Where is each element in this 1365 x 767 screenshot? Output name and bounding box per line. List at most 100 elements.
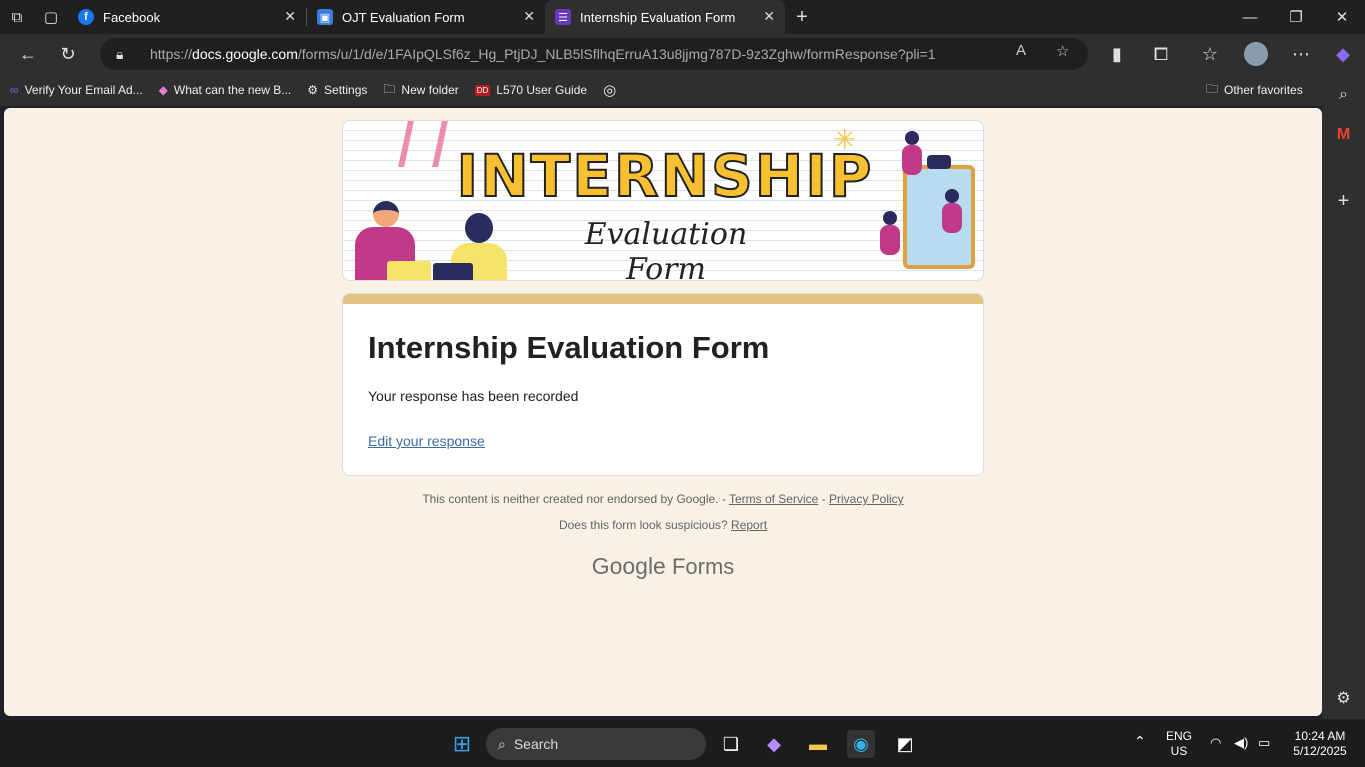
bookmarks-bar: ∞ Verify Your Email Ad... ◆ What can the… (0, 74, 1322, 106)
bookmark-label: Verify Your Email Ad... (24, 83, 143, 97)
workspaces-icon[interactable]: ⧉ (0, 0, 34, 34)
browser-toolbar: ← ↻ 🔒︎ https:// docs.google.com /forms/u… (0, 34, 1365, 74)
terms-of-service-link[interactable]: Terms of Service (729, 492, 818, 506)
task-view-icon[interactable]: ❏ (717, 730, 745, 758)
tab-internship-evaluation[interactable]: ☰ Internship Evaluation Form ✕ (545, 0, 785, 34)
illustration-person-top (899, 131, 925, 181)
disclaimer: This content is neither created nor endo… (342, 492, 984, 506)
close-tab-icon[interactable]: ✕ (284, 8, 296, 25)
other-favorites[interactable]: 🗀 Other favorites (1206, 80, 1303, 101)
folder-icon: 🗀 (1206, 81, 1219, 96)
tab-label: Internship Evaluation Form (580, 9, 736, 25)
response-recorded-message: Your response has been recorded (368, 388, 579, 404)
decoration-stroke (398, 121, 448, 167)
edit-response-link[interactable]: Edit your response (368, 433, 485, 449)
copilot-icon[interactable]: ◆ (1323, 34, 1363, 74)
form-header-banner: ✳ INTERNSHIP Evaluation Form (342, 120, 984, 281)
clock[interactable]: 10:24 AM 5/12/2025 (1288, 729, 1352, 759)
lang-top: ENG (1166, 729, 1193, 743)
separator: - (821, 492, 826, 506)
google-forms-icon: ☰ (555, 9, 571, 25)
restore-icon[interactable]: ❐ (1273, 0, 1319, 34)
add-icon[interactable]: + (1322, 190, 1365, 213)
url-path: /forms/u/1/d/e/1FAIpQLSf6z_Hg_PtjDJ_NLB5… (297, 46, 936, 62)
suspicious-text: Does this form look suspicious? (558, 518, 728, 532)
form-title: Internship Evaluation Form (368, 330, 770, 365)
favorites-icon[interactable]: ☆ (1190, 34, 1230, 74)
bookmark-verify-email[interactable]: ∞ Verify Your Email Ad... (10, 83, 143, 97)
close-tab-icon[interactable]: ✕ (523, 8, 535, 25)
google-forms-logo[interactable]: Google Forms (342, 553, 984, 580)
illustration-laptop (433, 263, 473, 280)
privacy-policy-link[interactable]: Privacy Policy (829, 492, 904, 506)
illustration-clip (927, 155, 951, 169)
language-indicator[interactable]: ENG US (1166, 729, 1192, 759)
tab-label: Facebook (103, 9, 161, 25)
form-icon: ▣ (317, 9, 333, 25)
folder-icon: 🗀 (383, 81, 396, 96)
search-icon[interactable]: ⌕ (1322, 86, 1365, 104)
refresh-icon[interactable]: ↻ (48, 34, 88, 74)
minimize-icon[interactable]: — (1227, 0, 1273, 34)
bookmark-label: L570 User Guide (496, 83, 588, 97)
facebook-icon: f (78, 9, 94, 25)
bookmark-l570-guide[interactable]: DD L570 User Guide (474, 83, 588, 97)
bookmark-label: Settings (324, 83, 368, 97)
lang-bottom: US (1170, 744, 1188, 758)
extensions-icon[interactable]: ⧠ (1141, 34, 1181, 74)
address-bar[interactable]: 🔒︎ https:// docs.google.com /forms/u/1/d… (100, 38, 1088, 70)
url-host: docs.google.com (192, 46, 298, 62)
time: 10:24 AM (1294, 729, 1346, 743)
bookmark-label: What can the new B... (173, 83, 292, 97)
search-label: Search (513, 736, 559, 752)
close-tab-icon[interactable]: ✕ (763, 8, 775, 25)
more-options-icon[interactable]: ⋯ (1281, 34, 1321, 74)
bookmark-globe[interactable]: ◎ (603, 81, 622, 99)
illustration-laptop (387, 261, 431, 280)
tab-actions-icon[interactable]: ▢ (34, 0, 68, 34)
battery-icon[interactable]: ▭ (1258, 735, 1270, 750)
taskbar-search[interactable]: ⌕ Search (486, 728, 706, 760)
banner-title: INTERNSHIP (456, 142, 874, 210)
search-icon: ⌕ (498, 735, 506, 752)
report-link[interactable]: Report (731, 518, 767, 532)
tab-label: OJT Evaluation Form (342, 9, 465, 25)
stocks-app-icon[interactable]: ◩ (891, 730, 919, 758)
bookmark-label: New folder (401, 83, 459, 97)
infinity-icon: ∞ (10, 83, 19, 97)
card-accent-bar (343, 294, 983, 304)
profile-avatar[interactable] (1236, 34, 1276, 74)
lock-icon: 🔒︎ (116, 45, 124, 62)
copilot-icon[interactable]: ◆ (760, 730, 788, 758)
copilot-icon: ◆ (158, 83, 168, 97)
back-icon[interactable]: ← (8, 34, 48, 74)
chevron-up-icon[interactable]: ⌃ (1134, 734, 1146, 749)
new-tab-icon[interactable]: + (785, 0, 819, 34)
windows-start-icon[interactable]: ⊞ (448, 730, 476, 758)
edge-sidebar: ⌕ M + ⚙ (1322, 74, 1365, 719)
disclaimer-text: This content is neither created nor endo… (422, 492, 726, 506)
read-aloud-icon[interactable]: A (1016, 42, 1026, 59)
illustration-person-left (877, 211, 903, 273)
bookmark-what-can-new[interactable]: ◆ What can the new B... (159, 83, 292, 97)
tab-bar: ⧉ ▢ f Facebook ✕ ▣ OJT Evaluation Form ✕… (0, 0, 1365, 34)
confirmation-card: Internship Evaluation Form Your response… (342, 293, 984, 476)
gmail-icon[interactable]: M (1322, 126, 1365, 144)
date: 5/12/2025 (1293, 744, 1347, 758)
collections-icon[interactable]: ▮ (1097, 34, 1137, 74)
bookmark-new-folder[interactable]: 🗀 New folder (383, 80, 458, 101)
other-favorites-label: Other favorites (1224, 83, 1303, 97)
wifi-icon[interactable]: ◠ (1210, 735, 1221, 750)
windows-taskbar: ⊞ ⌕ Search ❏ ◆ ▬ ◉ ◩ ⌃ ENG US ◠ ◀) ▭ 10:… (0, 720, 1365, 767)
volume-icon[interactable]: ◀) (1234, 735, 1248, 750)
edge-icon[interactable]: ◉ (847, 730, 875, 758)
favorite-star-icon[interactable]: ☆ (1056, 42, 1069, 60)
gear-icon[interactable]: ⚙ (1322, 688, 1365, 708)
bookmark-settings[interactable]: ⚙ Settings (307, 83, 367, 97)
tab-facebook[interactable]: f Facebook ✕ (68, 0, 306, 34)
url-prefix: https:// (150, 46, 193, 62)
close-window-icon[interactable]: ✕ (1319, 0, 1365, 34)
tab-ojt-evaluation[interactable]: ▣ OJT Evaluation Form ✕ (307, 0, 545, 34)
file-explorer-icon[interactable]: ▬ (804, 730, 832, 758)
suspicious-notice: Does this form look suspicious? Report (342, 518, 984, 532)
